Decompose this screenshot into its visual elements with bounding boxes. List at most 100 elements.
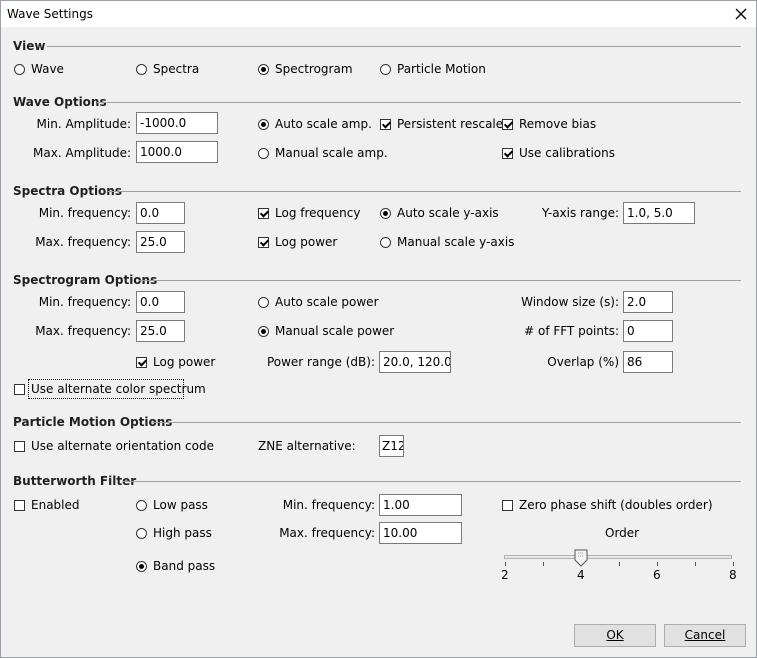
radio-circle[interactable] — [136, 500, 147, 511]
spectra-auto-scale-label: Auto scale y-axis — [397, 206, 499, 220]
checkbox-box[interactable] — [258, 237, 269, 248]
wave-settings-dialog: Wave Settings View Wave Spectra Spectrog… — [0, 0, 757, 658]
checkbox-box[interactable] — [14, 441, 25, 452]
spectrogram-min-frequency-label: Min. frequency: — [38, 295, 131, 309]
ok-button[interactable]: OK — [574, 624, 656, 647]
filter-min-frequency-label: Min. frequency: — [282, 498, 375, 512]
fft-points-input[interactable]: 0 — [623, 320, 673, 342]
wave-manual-scale-label: Manual scale amp. — [275, 146, 388, 160]
spectra-log-power-label: Log power — [275, 235, 338, 249]
wave-options-heading: Wave Options — [13, 95, 107, 109]
view-option-particle-motion-label: Particle Motion — [397, 62, 486, 76]
filter-min-frequency-input[interactable]: 1.00 — [379, 494, 462, 516]
filter-enabled-label: Enabled — [31, 498, 80, 512]
spectrogram-min-frequency-input[interactable]: 0.0 — [136, 291, 185, 313]
checkbox-box[interactable] — [14, 384, 25, 395]
close-icon — [735, 8, 747, 20]
radio-circle[interactable] — [380, 237, 391, 248]
window-size-label: Window size (s): — [521, 295, 619, 309]
spectra-min-frequency-label: Min. frequency: — [38, 206, 131, 220]
order-label: Order — [605, 526, 640, 540]
window-size-input[interactable]: 2.0 — [623, 291, 673, 313]
particle-motion-separator — [151, 422, 741, 423]
order-tick-label: 2 — [501, 568, 509, 582]
view-option-spectrogram-label: Spectrogram — [275, 62, 353, 76]
order-tick-mark — [619, 562, 620, 566]
spectrogram-options-separator — [139, 280, 741, 281]
order-tick-mark — [657, 562, 658, 566]
order-slider-thumb[interactable] — [574, 549, 588, 567]
high-pass-label: High pass — [153, 526, 212, 540]
window-title: Wave Settings — [7, 7, 93, 21]
fft-points-label: # of FFT points: — [524, 324, 619, 338]
checkbox-box[interactable] — [14, 500, 25, 511]
max-amplitude-input[interactable]: 1000.0 — [136, 141, 218, 163]
spectrogram-log-power-label: Log power — [153, 355, 216, 369]
particle-motion-heading: Particle Motion Options — [13, 415, 173, 429]
cancel-button[interactable]: Cancel — [664, 624, 746, 647]
butterworth-separator — [123, 481, 741, 482]
radio-circle[interactable] — [258, 64, 269, 75]
view-option-wave-label: Wave — [31, 62, 64, 76]
y-axis-range-input[interactable]: 1.0, 5.0 — [623, 202, 695, 224]
wave-auto-scale-label: Auto scale amp. — [275, 117, 372, 131]
checkbox-box[interactable] — [502, 148, 513, 159]
overlap-label: Overlap (%) — [547, 355, 619, 369]
spectra-max-frequency-label: Max. frequency: — [35, 235, 131, 249]
manual-scale-power-label: Manual scale power — [275, 324, 395, 338]
log-frequency-label: Log frequency — [275, 206, 361, 220]
y-axis-range-label: Y-axis range: — [541, 206, 619, 220]
alternate-orientation-label: Use alternate orientation code — [31, 439, 214, 453]
close-button[interactable] — [727, 2, 755, 26]
radio-circle[interactable] — [258, 326, 269, 337]
overlap-input[interactable]: 86 — [623, 351, 673, 373]
radio-circle[interactable] — [380, 208, 391, 219]
radio-circle[interactable] — [380, 64, 391, 75]
spectra-min-frequency-input[interactable]: 0.0 — [136, 202, 185, 224]
checkbox-box[interactable] — [380, 119, 391, 130]
cancel-button-label: Cancel — [684, 628, 726, 642]
spectra-max-frequency-input[interactable]: 25.0 — [136, 231, 185, 253]
view-option-spectra-label: Spectra — [153, 62, 200, 76]
low-pass-label: Low pass — [153, 498, 208, 512]
view-separator — [47, 46, 741, 47]
radio-circle[interactable] — [14, 64, 25, 75]
alternate-color-spectrum-label: Use alternate color spectrum — [31, 382, 206, 396]
order-tick-mark — [695, 562, 696, 566]
remove-bias-label: Remove bias — [519, 117, 597, 131]
min-amplitude-input[interactable]: -1000.0 — [136, 112, 218, 134]
radio-circle[interactable] — [136, 528, 147, 539]
band-pass-label: Band pass — [153, 559, 216, 573]
checkbox-box[interactable] — [502, 500, 513, 511]
order-tick-label: 4 — [577, 568, 585, 582]
radio-circle[interactable] — [136, 561, 147, 572]
checkbox-box[interactable] — [502, 119, 513, 130]
checkbox-box[interactable] — [258, 208, 269, 219]
title-bar: Wave Settings — [1, 1, 756, 27]
order-tick-mark — [505, 562, 506, 566]
view-heading: View — [13, 39, 46, 53]
wave-options-separator — [97, 102, 741, 103]
zne-alternative-input[interactable]: Z12 — [379, 435, 404, 457]
filter-max-frequency-input[interactable]: 10.00 — [379, 522, 462, 544]
persistent-rescale-label: Persistent rescale — [397, 117, 504, 131]
power-range-label: Power range (dB): — [266, 355, 375, 369]
order-slider-track — [504, 555, 732, 559]
checkbox-box[interactable] — [136, 357, 147, 368]
max-amplitude-label: Max. Amplitude: — [33, 146, 131, 160]
min-amplitude-label: Min. Amplitude: — [36, 117, 131, 131]
filter-max-frequency-label: Max. frequency: — [279, 526, 375, 540]
order-slider[interactable]: 2 4 6 8 — [497, 547, 741, 583]
ok-button-label: OK — [606, 628, 624, 642]
radio-circle[interactable] — [258, 119, 269, 130]
radio-circle[interactable] — [136, 64, 147, 75]
radio-circle[interactable] — [258, 148, 269, 159]
spectrogram-max-frequency-label: Max. frequency: — [35, 324, 131, 338]
power-range-input[interactable]: 20.0, 120.0 — [379, 351, 451, 373]
auto-scale-power-label: Auto scale power — [275, 295, 379, 309]
radio-circle[interactable] — [258, 297, 269, 308]
spectrogram-max-frequency-input[interactable]: 25.0 — [136, 320, 185, 342]
spectra-options-separator — [108, 191, 741, 192]
spectra-manual-scale-label: Manual scale y-axis — [397, 235, 515, 249]
spectrogram-options-heading: Spectrogram Options — [13, 273, 158, 287]
